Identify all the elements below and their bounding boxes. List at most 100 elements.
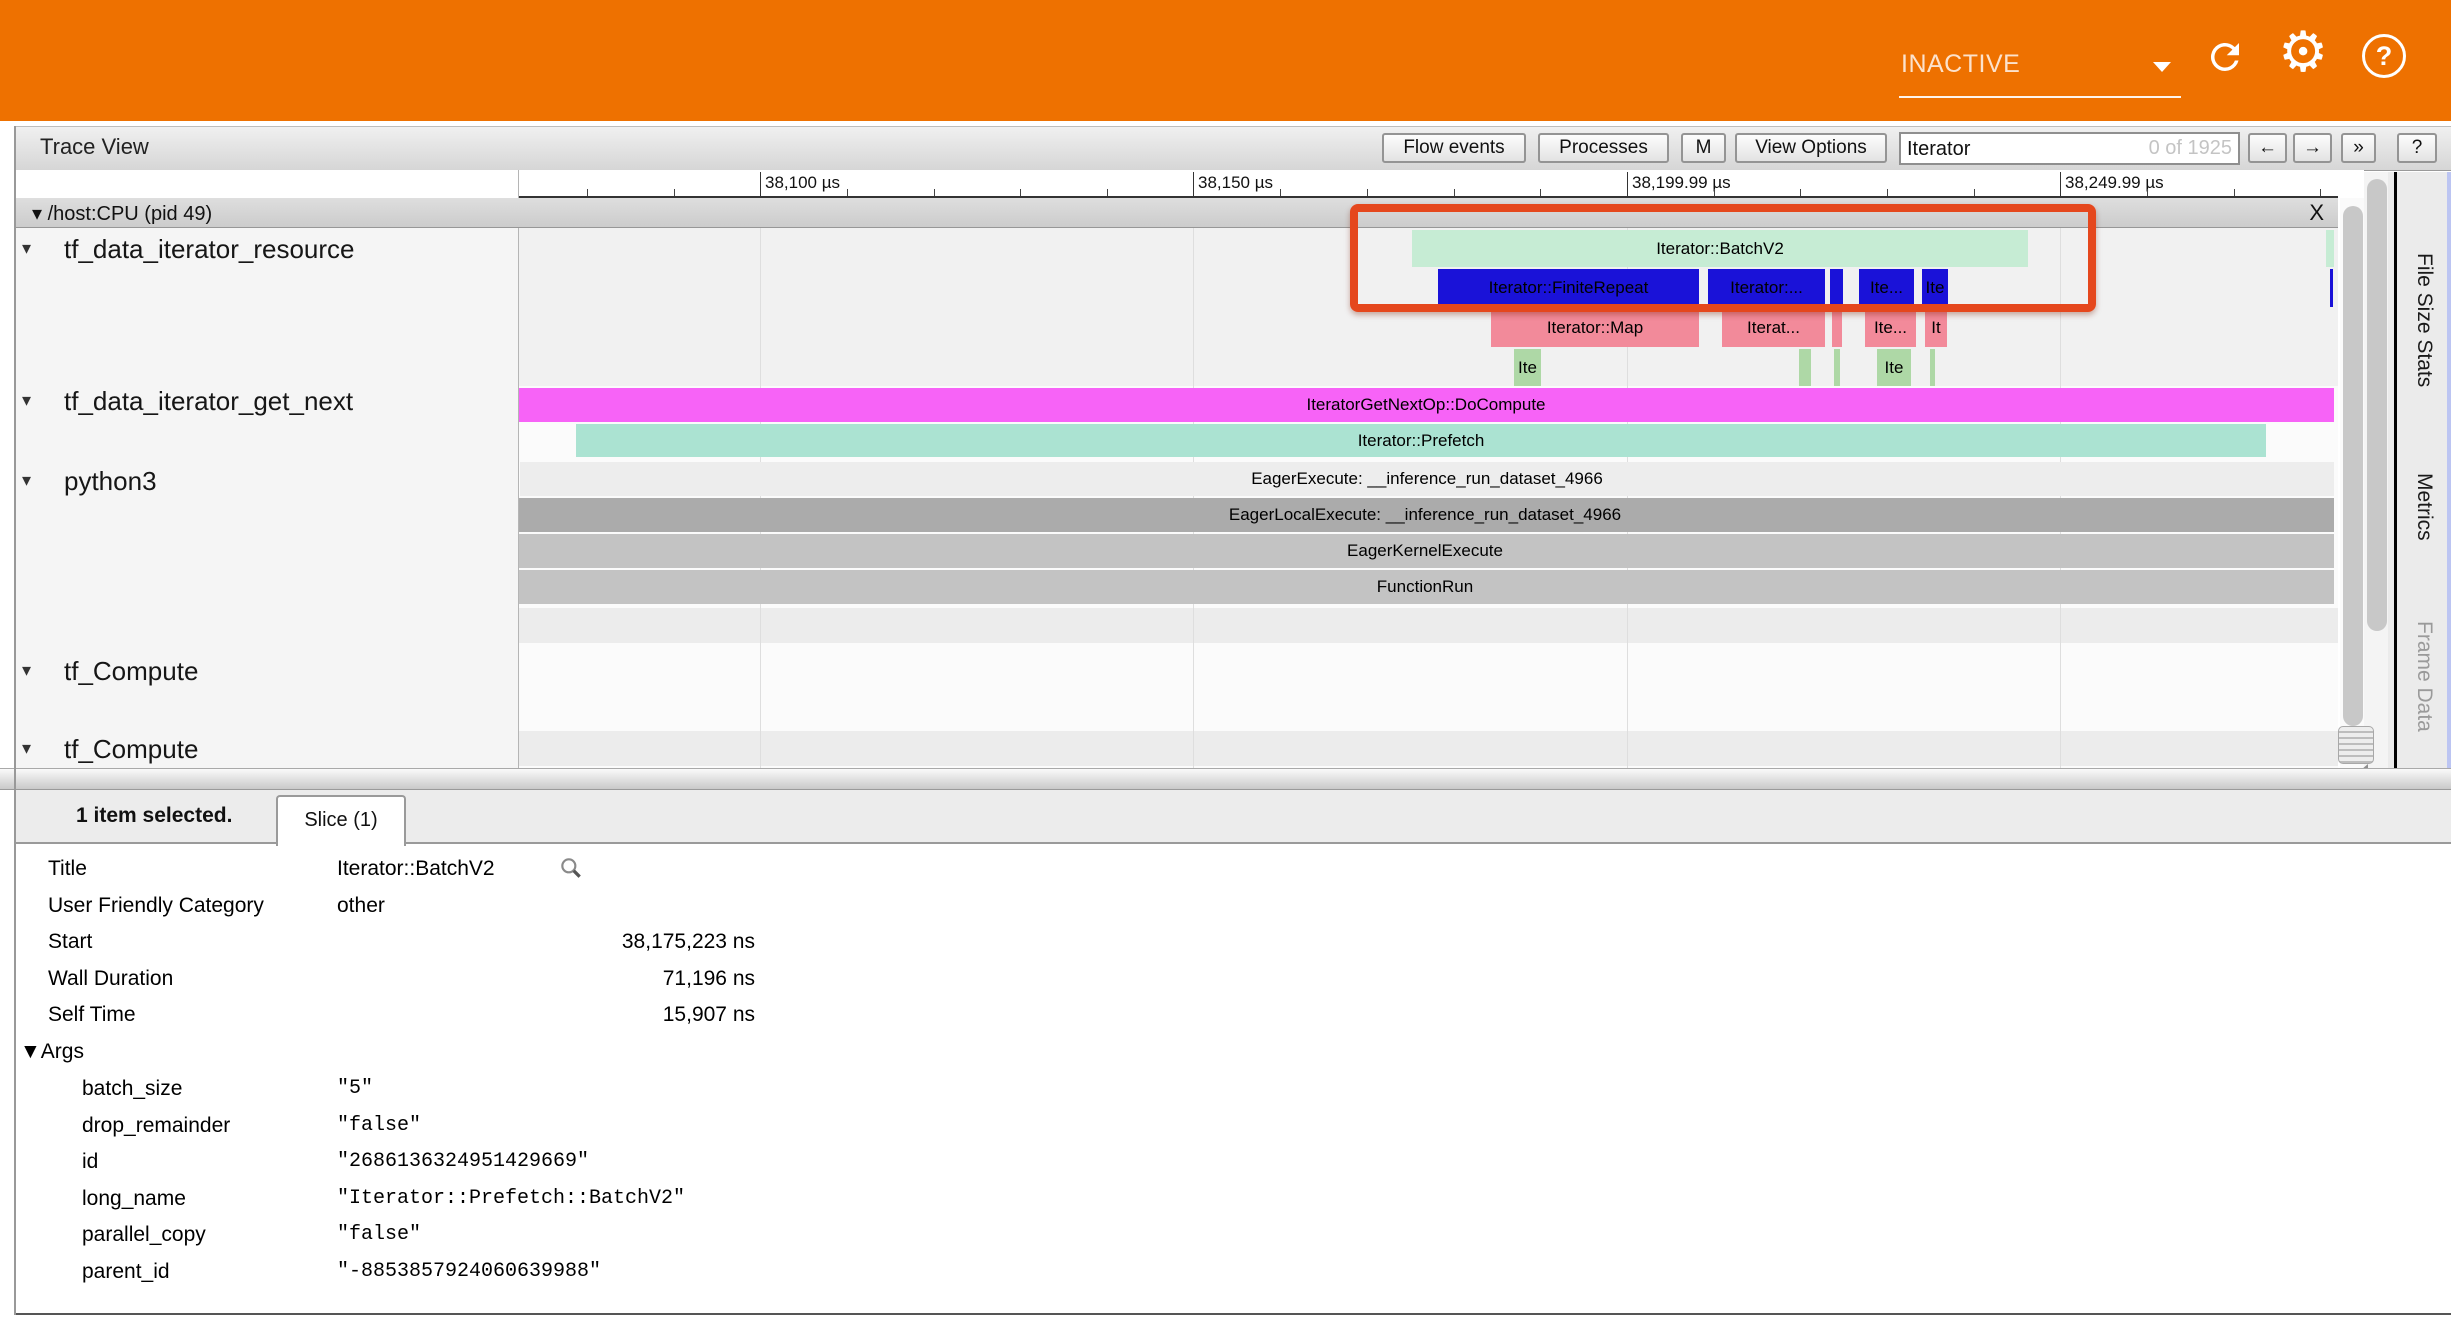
close-process-button[interactable]: X bbox=[2309, 200, 2324, 226]
trace-slice[interactable] bbox=[1832, 309, 1842, 347]
detail-key: User Friendly Category bbox=[48, 888, 328, 924]
arg-value: "5" bbox=[337, 1071, 1037, 1107]
side-tab-frame-data[interactable]: Frame Data bbox=[2406, 584, 2442, 769]
details-bottom-border bbox=[16, 1313, 2451, 1315]
label-track-divider bbox=[518, 170, 519, 768]
trace-slice[interactable] bbox=[1930, 349, 1935, 386]
selection-status: 1 item selected. bbox=[76, 804, 232, 828]
track-label-text: tf_data_iterator_resource bbox=[64, 234, 355, 264]
track-label-text: tf_data_iterator_get_next bbox=[64, 386, 353, 416]
sidebar-divider bbox=[2394, 172, 2397, 790]
search-box[interactable]: 0 of 1925 bbox=[1899, 132, 2240, 165]
detail-value: Iterator::BatchV2 bbox=[337, 851, 755, 887]
arg-value: "false" bbox=[337, 1217, 1037, 1253]
dropdown-arrow-icon bbox=[2153, 62, 2171, 72]
arg-value: "2686136324951429669" bbox=[337, 1144, 1037, 1180]
ruler-major-tick bbox=[1193, 172, 1194, 198]
track-label-python3[interactable]: ▾python3 bbox=[64, 466, 157, 497]
timeline-ruler bbox=[16, 170, 2364, 198]
side-tab-metrics[interactable]: Metrics bbox=[2406, 452, 2442, 562]
collapse-triangle-icon: ▾ bbox=[22, 738, 31, 759]
trace-slice[interactable]: Iterat... bbox=[1722, 309, 1825, 347]
arg-key: long_name bbox=[82, 1181, 332, 1217]
args-section-toggle[interactable]: ▼Args bbox=[20, 1034, 220, 1070]
arg-value: "false" bbox=[337, 1108, 1037, 1144]
trace-slice[interactable] bbox=[2326, 230, 2334, 267]
trace-slice[interactable] bbox=[1834, 349, 1840, 386]
trace-slice[interactable]: It bbox=[1925, 309, 1947, 347]
collapse-triangle-icon: ▾ bbox=[22, 470, 31, 491]
trace-slice[interactable]: Iterator::Prefetch bbox=[576, 424, 2266, 457]
toolbar-button-view-options[interactable]: View Options bbox=[1735, 133, 1887, 163]
tab-slice[interactable]: Slice (1) bbox=[276, 795, 406, 846]
ruler-tick-label: 38,199.99 µs bbox=[1632, 173, 1731, 193]
trace-slice[interactable] bbox=[2330, 269, 2333, 307]
track-label-tf_data_iterator_get_next[interactable]: ▾tf_data_iterator_get_next bbox=[64, 386, 353, 417]
trace-slice[interactable]: IteratorGetNextOp::DoCompute bbox=[518, 388, 2334, 422]
side-tab-file-size-stats[interactable]: File Size Stats bbox=[2406, 200, 2442, 440]
inner-scrollbar-thumb[interactable] bbox=[2343, 206, 2363, 726]
resize-grip[interactable] bbox=[2338, 726, 2374, 764]
next-result-button[interactable]: → bbox=[2293, 133, 2332, 163]
trace-slice[interactable]: EagerLocalExecute: __inference_run_datas… bbox=[518, 498, 2334, 532]
settings-gear-icon[interactable]: ⚙ bbox=[2278, 22, 2328, 82]
outer-scrollbar-thumb[interactable] bbox=[2367, 179, 2387, 631]
app-header: INACTIVE ⚙ ? bbox=[0, 0, 2451, 121]
ruler-tick-label: 38,100 µs bbox=[765, 173, 840, 193]
trace-slice[interactable]: Ite... bbox=[1865, 309, 1916, 347]
trace-slice[interactable]: FunctionRun bbox=[518, 570, 2334, 604]
collapse-triangle-icon: ▾ bbox=[22, 390, 31, 411]
detail-value: 15,907 ns bbox=[337, 997, 755, 1033]
args-collapse-icon: ▼ bbox=[20, 1040, 41, 1063]
magnifier-icon[interactable] bbox=[558, 855, 588, 891]
search-input[interactable] bbox=[1905, 135, 2149, 163]
refresh-icon[interactable] bbox=[2204, 36, 2246, 78]
track-label-text: tf_Compute bbox=[64, 656, 198, 686]
collapse-triangle-icon: ▾ bbox=[22, 238, 31, 259]
arg-key: parallel_copy bbox=[82, 1217, 332, 1253]
track-label-text: tf_Compute bbox=[64, 734, 198, 764]
toolbar-button-processes[interactable]: Processes bbox=[1538, 133, 1669, 163]
arg-key: drop_remainder bbox=[82, 1108, 332, 1144]
toolbar-button-m[interactable]: M bbox=[1681, 133, 1726, 163]
track-label-tf_data_iterator_resource[interactable]: ▾tf_data_iterator_resource bbox=[64, 234, 355, 265]
detail-key: Self Time bbox=[48, 997, 328, 1033]
status-dropdown-value: INACTIVE bbox=[1901, 50, 2020, 79]
panel-edge bbox=[2447, 172, 2451, 790]
trace-slice[interactable] bbox=[1799, 349, 1811, 386]
arg-key: batch_size bbox=[82, 1071, 332, 1107]
track-group-band bbox=[518, 731, 2338, 766]
detail-value: 71,196 ns bbox=[337, 961, 755, 997]
horizontal-splitter[interactable] bbox=[0, 768, 2451, 790]
detail-value: other bbox=[337, 888, 755, 924]
help-button[interactable]: ? bbox=[2397, 133, 2437, 163]
prev-result-button[interactable]: ← bbox=[2248, 133, 2287, 163]
trace-slice[interactable]: Ite bbox=[1877, 349, 1911, 386]
track-label-text: python3 bbox=[64, 466, 157, 496]
track-group-band bbox=[518, 608, 2338, 643]
detail-key: Start bbox=[48, 924, 328, 960]
trace-slice[interactable]: Ite bbox=[1514, 349, 1541, 386]
help-icon[interactable]: ? bbox=[2362, 34, 2406, 78]
panel-left-border bbox=[14, 126, 16, 1315]
trace-slice[interactable]: EagerKernelExecute bbox=[518, 534, 2334, 568]
track-label-tf_compute[interactable]: ▾tf_Compute bbox=[64, 734, 198, 765]
ruler-tick-label: 38,249.99 µs bbox=[2065, 173, 2164, 193]
status-dropdown[interactable]: INACTIVE bbox=[1899, 38, 2181, 98]
track-label-tf_compute[interactable]: ▾tf_Compute bbox=[64, 656, 198, 687]
details-body: TitleIterator::BatchV2User Friendly Cate… bbox=[16, 844, 2451, 1315]
process-name: ▾ /host:CPU (pid 49) bbox=[32, 201, 212, 226]
collapse-triangle-icon: ▾ bbox=[32, 203, 42, 225]
trace-slice[interactable]: EagerExecute: __inference_run_dataset_49… bbox=[520, 462, 2334, 496]
arg-value: "-8853857924060639988" bbox=[337, 1254, 1037, 1290]
detail-value: 38,175,223 ns bbox=[337, 924, 755, 960]
toolbar-button-flow-events[interactable]: Flow events bbox=[1382, 133, 1526, 163]
ruler-major-tick bbox=[2060, 172, 2061, 198]
skip-button[interactable]: » bbox=[2341, 133, 2376, 163]
args-label: Args bbox=[41, 1040, 84, 1063]
highlight-box bbox=[1350, 204, 2096, 312]
search-result-count: 0 of 1925 bbox=[2149, 137, 2232, 160]
ruler-tick-label: 38,150 µs bbox=[1198, 173, 1273, 193]
trace-slice[interactable]: Iterator::Map bbox=[1491, 309, 1699, 347]
ruler-major-tick bbox=[760, 172, 761, 198]
